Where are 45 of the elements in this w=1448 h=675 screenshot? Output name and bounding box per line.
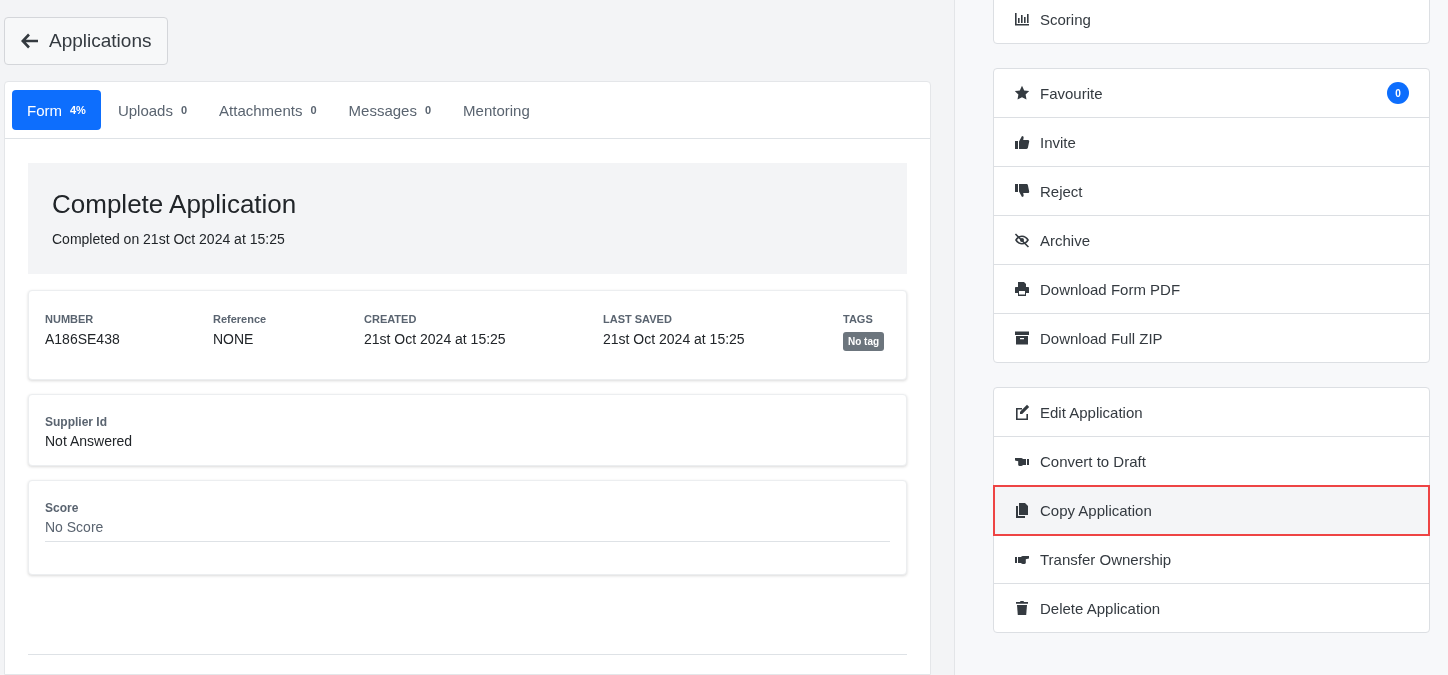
tab[interactable]: Messages 0 bbox=[333, 90, 447, 130]
tab[interactable]: Form 4% bbox=[12, 90, 101, 130]
printer-icon bbox=[1014, 281, 1030, 297]
field-label: LAST SAVED bbox=[603, 313, 673, 325]
field-label: NUMBER bbox=[45, 313, 95, 325]
thumbs-down-icon bbox=[1014, 183, 1030, 199]
action-item[interactable]: Transfer Ownership bbox=[994, 535, 1429, 584]
star-icon bbox=[1014, 85, 1030, 101]
action-item[interactable]: Delete Application bbox=[994, 584, 1429, 632]
action-item[interactable]: Archive bbox=[994, 216, 1429, 265]
field-label: CREATED bbox=[364, 313, 418, 325]
field-value: NONE bbox=[213, 331, 255, 347]
tab[interactable]: Attachments 0 bbox=[204, 90, 332, 130]
tag-badge: No tag bbox=[843, 332, 885, 351]
arrow-left-icon bbox=[21, 33, 39, 49]
action-item[interactable]: Invite bbox=[994, 118, 1429, 167]
field-label: Score bbox=[45, 501, 80, 515]
field-label: Reference bbox=[213, 313, 268, 325]
chart-icon bbox=[1014, 11, 1030, 27]
tab[interactable]: Uploads 0 bbox=[102, 90, 203, 130]
thumbs-up-icon bbox=[1014, 134, 1030, 150]
score-value: No Score bbox=[45, 519, 890, 542]
count-badge: 0 bbox=[1387, 82, 1409, 104]
field-value: 21st Oct 2024 at 15:25 bbox=[364, 331, 507, 347]
trash-icon bbox=[1014, 600, 1030, 616]
status-subtitle: Completed on 21st Oct 2024 at 15:25 bbox=[52, 231, 286, 247]
action-item[interactable]: Download Form PDF bbox=[994, 265, 1429, 314]
copy-icon bbox=[1014, 502, 1030, 518]
field-value: A186SE438 bbox=[45, 331, 121, 347]
field-label: Supplier Id bbox=[45, 415, 108, 429]
action-item[interactable]: Edit Application bbox=[994, 388, 1429, 437]
action-item[interactable]: Download Full ZIP bbox=[994, 314, 1429, 362]
field-value: 21st Oct 2024 at 15:25 bbox=[603, 331, 746, 347]
field-value: Not Answered bbox=[45, 433, 134, 449]
action-item[interactable]: Favourite 0 bbox=[994, 69, 1429, 118]
edit-icon bbox=[1014, 404, 1030, 420]
archive-icon bbox=[1014, 330, 1030, 346]
back-button[interactable]: Applications bbox=[4, 17, 169, 65]
field-label: TAGS bbox=[843, 313, 874, 325]
action-item[interactable]: Copy Application bbox=[994, 486, 1429, 535]
action-item[interactable]: Scoring bbox=[994, 0, 1429, 43]
status-title: Complete Application bbox=[52, 189, 298, 220]
eye-slash-icon bbox=[1014, 232, 1030, 248]
tab[interactable]: Mentoring bbox=[448, 90, 545, 130]
action-item[interactable]: Reject bbox=[994, 167, 1429, 216]
